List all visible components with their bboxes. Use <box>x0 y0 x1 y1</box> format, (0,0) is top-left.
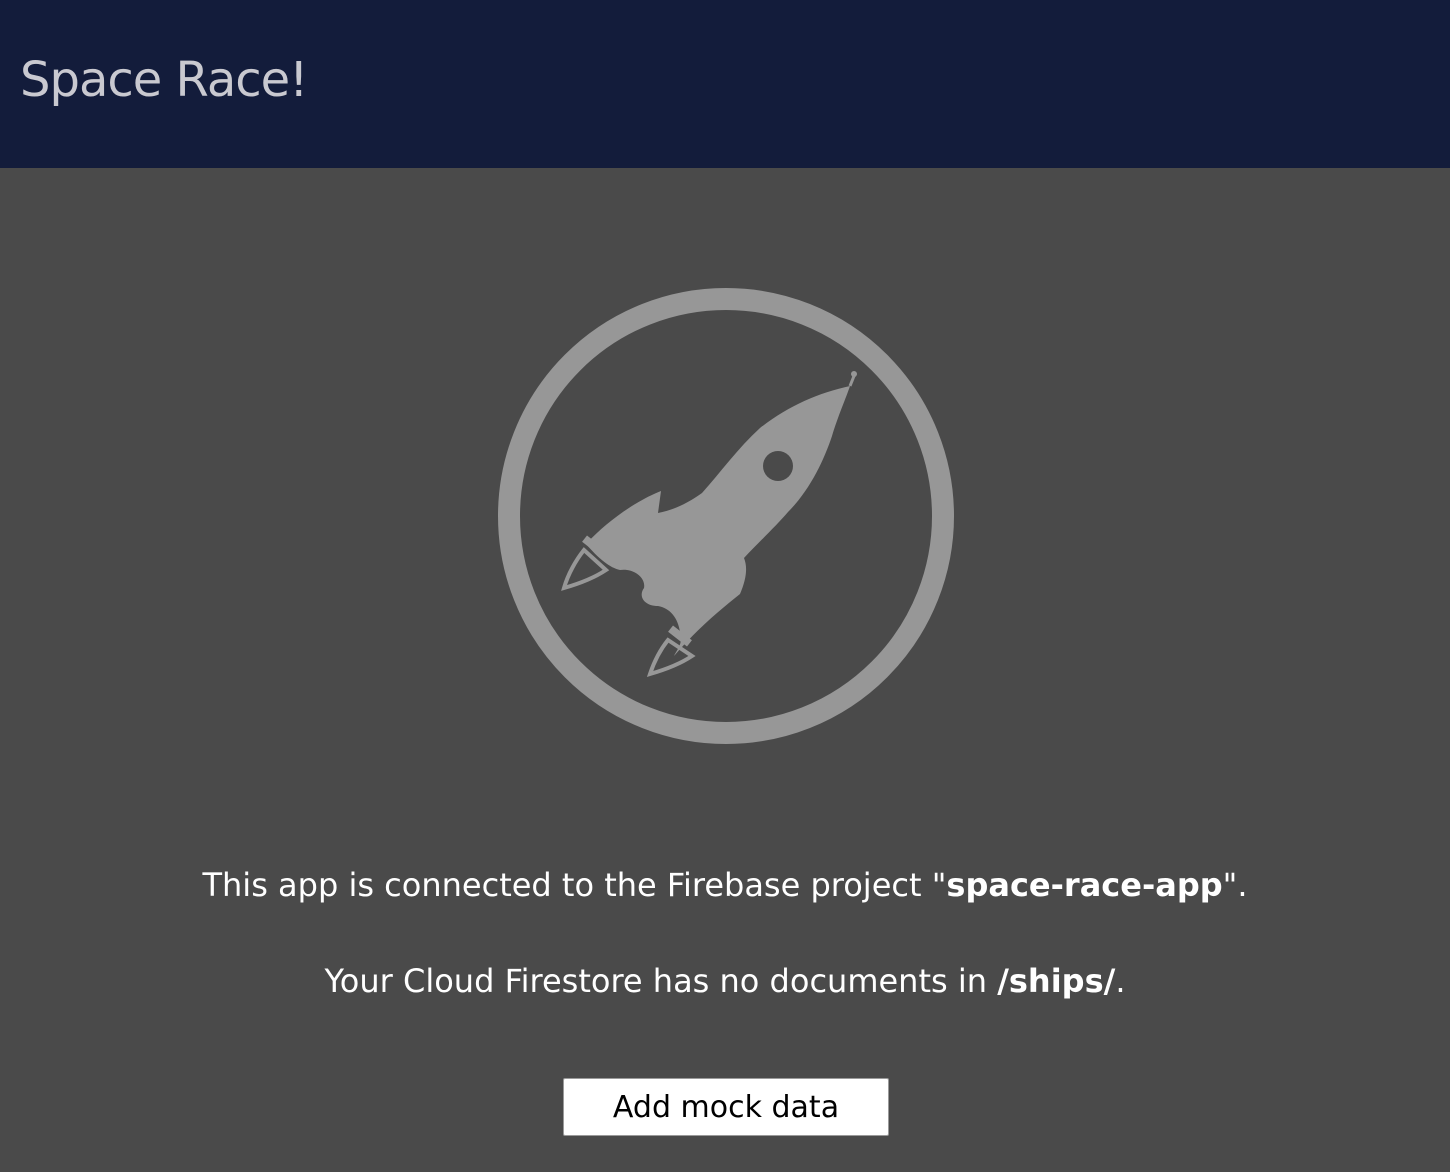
message-prefix: This app is connected to the Firebase pr… <box>202 866 947 904</box>
message-suffix: . <box>1115 962 1126 1000</box>
app-title: Space Race! <box>20 52 308 108</box>
rocket-icon <box>498 288 954 744</box>
collection-path: /ships/ <box>997 962 1116 1000</box>
main-content: This app is connected to the Firebase pr… <box>0 168 1450 1172</box>
project-name: space-race-app <box>946 866 1223 904</box>
add-mock-data-button[interactable]: Add mock data <box>563 1078 889 1136</box>
empty-collection-message: Your Cloud Firestore has no documents in… <box>0 962 1450 1000</box>
firebase-connection-message: This app is connected to the Firebase pr… <box>0 866 1450 904</box>
app-header: Space Race! <box>0 0 1450 168</box>
message-prefix: Your Cloud Firestore has no documents in <box>324 962 998 1000</box>
message-suffix: ". <box>1222 866 1248 904</box>
